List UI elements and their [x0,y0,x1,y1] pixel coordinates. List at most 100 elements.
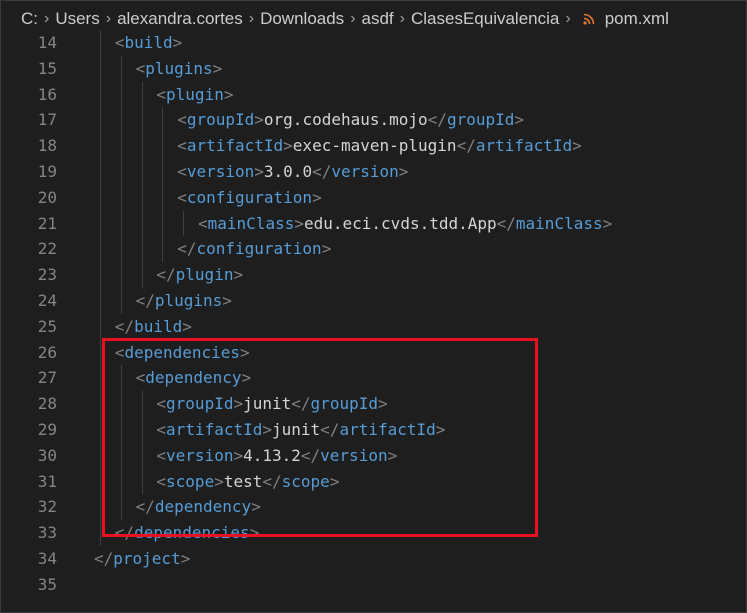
tag-bracket: < [177,187,187,207]
indent-guide [100,210,101,237]
indent-guide [141,81,143,108]
code-line[interactable]: 31 <scope>test</scope> [1,468,746,495]
code-editor[interactable]: 14 <build> 15 <plugins> 16 <plugin> 17 <groupId… [1,30,746,598]
indent-guide [100,339,101,366]
code-content: <version>4.13.2</version> [156,443,397,469]
element-text: junit [272,419,321,439]
line-number: 22 [37,239,57,259]
code-line[interactable]: 20 <configuration> [1,184,746,211]
breadcrumb-item-drive[interactable]: C: [21,9,38,29]
indent-guide [120,442,122,469]
line-number: 24 [37,290,57,310]
code-line[interactable]: 35 [1,572,746,598]
tag-bracket: > [251,497,261,517]
line-number: 20 [37,187,57,207]
code-content: <dependency> [136,365,252,391]
code-content: <build> [115,30,182,56]
code-line[interactable]: 24 </plugins> [1,287,746,314]
element-text: 3.0.0 [263,161,313,181]
tag-bracket: > [262,419,272,439]
indent-guide [100,158,101,185]
indent-guide [162,158,164,185]
tag-bracket: </ [456,136,476,156]
tag-bracket: </ [135,497,155,517]
tag-bracket: > [283,136,293,156]
chevron-right-icon: › [565,10,571,27]
code-line[interactable]: 23 </plugin> [1,262,746,288]
code-line[interactable]: 21 <mainClass>edu.eci.cvds.tdd.App</mainC… [1,210,746,237]
code-line[interactable]: 34 </project> [1,546,746,572]
breadcrumb-item-downloads[interactable]: Downloads [260,9,344,29]
code-line[interactable]: 26 <dependencies> [1,339,746,366]
line-number: 32 [37,497,57,517]
indent-guide [141,442,143,469]
tag-name: version [186,161,255,181]
tag-bracket: < [156,419,167,439]
breadcrumb-file[interactable]: pom.xml [605,9,669,29]
code-line[interactable]: 19 <version>3.0.0</version> [1,158,746,185]
code-line[interactable]: 18 <artifactId>exec-maven-plugin</artifac… [1,133,746,159]
tag-bracket: > [387,445,398,465]
element-text: edu.eci.cvds.tdd.App [303,213,497,233]
indent-guide [183,210,185,237]
tag-bracket: > [240,342,250,362]
breadcrumb-item-project[interactable]: ClasesEquivalencia [411,9,559,29]
tag-name: groupId [446,110,515,130]
tag-bracket: > [254,110,264,130]
tag-name: configuration [196,239,322,259]
indent-guide [100,442,101,469]
indent-guide [141,416,143,443]
line-number: 31 [37,471,57,491]
indent-guide [141,158,143,185]
tag-name: mainClass [515,213,603,233]
indent-guide [120,287,122,314]
code-content: </build> [115,314,192,340]
chevron-right-icon: › [44,10,50,27]
code-content: <mainClass>edu.eci.cvds.tdd.App</mainCla… [198,211,612,237]
code-line[interactable]: 22 </configuration> [1,236,746,263]
tag-bracket: </ [114,523,135,543]
line-number: 19 [37,161,57,181]
chevron-right-icon: › [399,10,405,27]
code-line[interactable]: 16 <plugin> [1,81,746,108]
tag-bracket: </ [262,471,282,491]
code-content: <plugins> [136,56,223,82]
indent-guide [120,365,122,392]
line-number: 15 [37,58,57,78]
code-line[interactable]: 33 </dependencies> [1,520,746,546]
tag-bracket: < [156,84,167,104]
tag-name: groupId [310,394,378,414]
tag-bracket: > [212,58,223,78]
code-line[interactable]: 32 </dependency> [1,494,746,521]
tag-name: dependencies [134,523,250,543]
code-content: <artifactId>exec-maven-plugin</artifactI… [177,133,582,159]
code-line[interactable]: 27 <dependency> [1,365,746,392]
indent-guide [120,81,122,108]
code-line[interactable]: 30 <version>4.13.2</version> [1,442,746,469]
line-number: 21 [37,213,57,233]
tag-bracket: > [241,368,252,388]
tag-name: dependency [145,368,242,388]
code-line[interactable]: 28 <groupId>junit</groupId> [1,391,746,417]
breadcrumb-item-user-folder[interactable]: alexandra.cortes [117,9,243,29]
line-number: 34 [37,548,57,568]
tag-bracket: > [602,213,613,233]
indent-guide [141,468,143,495]
element-text: 4.13.2 [243,445,301,465]
tag-bracket: < [177,136,187,156]
code-line[interactable]: 17 <groupId>org.codehaus.mojo</groupId> [1,107,746,134]
indent-guide [162,133,164,159]
tag-bracket: > [572,136,582,156]
breadcrumb-item-asdf[interactable]: asdf [362,9,394,29]
tag-name: groupId [166,394,234,414]
breadcrumb-item-users[interactable]: Users [55,9,99,29]
code-line[interactable]: 15 <plugins> [1,55,746,82]
code-content: <version>3.0.0</version> [177,159,408,185]
tag-bracket: </ [94,548,114,568]
code-line[interactable]: 25 </build> [1,313,746,340]
tag-bracket: > [435,419,446,439]
tag-bracket: </ [156,265,176,285]
indent-guide [120,133,122,159]
code-line[interactable]: 14 <build> [1,30,746,56]
code-line[interactable]: 29 <artifactId>junit</artifactId> [1,416,746,443]
